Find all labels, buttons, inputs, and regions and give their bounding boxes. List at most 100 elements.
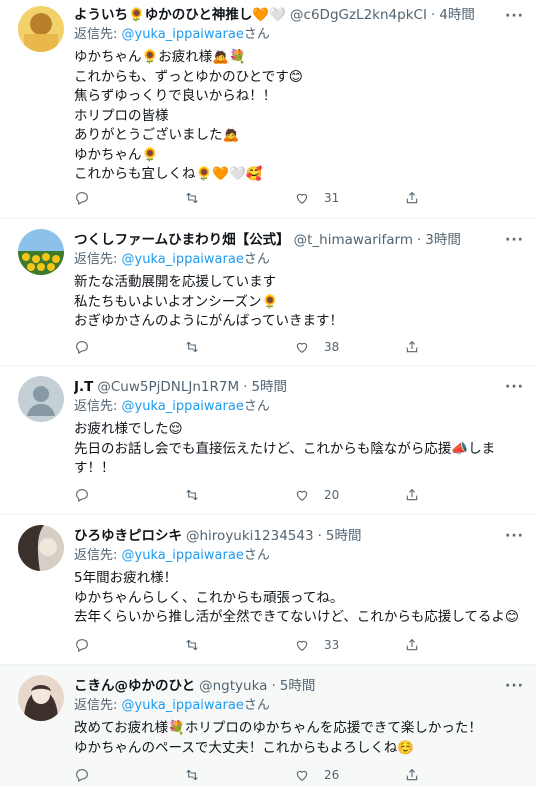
tweet-actions: 38 <box>74 337 454 357</box>
timestamp[interactable]: 5時間 <box>251 378 287 396</box>
avatar-image <box>18 525 64 571</box>
like-button[interactable]: 33 <box>294 635 404 655</box>
like-count: 31 <box>324 191 340 205</box>
like-icon <box>296 193 308 204</box>
reply-button[interactable] <box>74 635 184 655</box>
avatar[interactable] <box>18 6 64 52</box>
retweet-icon <box>186 639 198 651</box>
timestamp[interactable]: 5時間 <box>280 677 316 695</box>
like-button[interactable]: 31 <box>294 188 404 208</box>
retweet-button[interactable] <box>184 765 294 785</box>
reply-context: 返信先: @yuka_ippaiwaraeさん <box>74 252 270 267</box>
like-icon <box>296 342 308 353</box>
tweet-header: ひろゆきピロシキ @hiroyuki1234543 · 5時間 <box>74 527 362 545</box>
share-icon <box>406 191 418 204</box>
share-button[interactable] <box>404 188 444 208</box>
reply-mention-link[interactable]: @yuka_ippaiwarae <box>122 698 244 713</box>
share-button[interactable] <box>404 765 444 785</box>
like-count: 38 <box>324 340 340 354</box>
display-name[interactable]: こきん@ゆかのひと <box>74 677 195 695</box>
more-horizontal-icon[interactable]: ··· <box>505 379 524 395</box>
more-horizontal-icon[interactable]: ··· <box>505 678 524 694</box>
reply-context: 返信先: @yuka_ippaiwaraeさん <box>74 399 270 414</box>
reply-icon <box>76 489 88 502</box>
like-button[interactable]: 20 <box>294 485 404 505</box>
avatar[interactable] <box>18 525 64 571</box>
tweet-text: 5年間お疲れ様！ ゆかちゃんらしく、これからも頑張ってね。 去年くらいから推し活… <box>74 570 519 625</box>
handle[interactable]: @c6DgGzL2kn4pkCI <box>290 6 427 24</box>
tweet-actions: 31 <box>74 188 454 208</box>
avatar-image <box>18 229 64 275</box>
timestamp[interactable]: 4時間 <box>439 6 475 24</box>
like-button[interactable]: 26 <box>294 765 404 785</box>
tweet-text: 新たな活動展開を応援しています 私たちもいよいよオンシーズン🌻 おぎゆかさんのよ… <box>74 274 344 329</box>
like-icon <box>296 770 308 781</box>
tweet[interactable]: J.T @Cuw5PjDNLJn1R7M · 5時間 返信先: @yuka_ip… <box>0 366 536 515</box>
retweet-button[interactable] <box>184 485 294 505</box>
tweet-text: お疲れ様でした😌 先日のお話し会でも直接伝えたけど、これからも陰ながら応援📣しま… <box>74 421 496 476</box>
timestamp[interactable]: 3時間 <box>425 231 461 249</box>
share-icon <box>406 340 418 353</box>
display-name[interactable]: つくしファームひまわり畑【公式】 <box>74 231 290 249</box>
retweet-icon <box>186 341 198 353</box>
reply-button[interactable] <box>74 485 184 505</box>
like-count: 20 <box>324 488 340 502</box>
timestamp[interactable]: 5時間 <box>326 527 362 545</box>
default-avatar-icon <box>18 376 64 422</box>
share-button[interactable] <box>404 635 444 655</box>
avatar[interactable] <box>18 376 64 422</box>
retweet-button[interactable] <box>184 188 294 208</box>
retweet-icon <box>186 192 198 204</box>
reply-context: 返信先: @yuka_ippaiwaraeさん <box>74 698 270 713</box>
handle[interactable]: @ngtyuka <box>199 677 267 695</box>
tweet-text: 改めてお疲れ様💐ホリプロのゆかちゃんを応援できて楽しかった！ ゆかちゃんのペース… <box>74 720 482 756</box>
like-count: 26 <box>324 768 340 782</box>
reply-mention-link[interactable]: @yuka_ippaiwarae <box>122 399 244 414</box>
display-name[interactable]: J.T <box>74 378 93 396</box>
tweet-header: こきん@ゆかのひと @ngtyuka · 5時間 <box>74 677 316 695</box>
more-horizontal-icon[interactable]: ··· <box>505 232 524 248</box>
reply-mention-link[interactable]: @yuka_ippaiwarae <box>122 252 244 267</box>
reply-context: 返信先: @yuka_ippaiwaraeさん <box>74 548 270 563</box>
reply-button[interactable] <box>74 765 184 785</box>
retweet-button[interactable] <box>184 635 294 655</box>
avatar-image <box>18 6 64 52</box>
more-horizontal-icon[interactable]: ··· <box>505 8 524 24</box>
share-button[interactable] <box>404 337 444 357</box>
retweet-icon <box>186 489 198 501</box>
tweet[interactable]: つくしファームひまわり畑【公式】 @t_himawarifarm · 3時間 返… <box>0 219 536 366</box>
tweet-text: ゆかちゃん🌻お疲れ様🙇💐 これからも、ずっとゆかのひとです😊 焦らずゆっくりで良… <box>74 49 303 182</box>
share-button[interactable] <box>404 485 444 505</box>
retweet-button[interactable] <box>184 337 294 357</box>
reply-mention-link[interactable]: @yuka_ippaiwarae <box>122 27 244 42</box>
tweet-header: J.T @Cuw5PjDNLJn1R7M · 5時間 <box>74 378 288 396</box>
avatar[interactable] <box>18 675 64 721</box>
display-name[interactable]: ひろゆきピロシキ <box>74 527 182 545</box>
reply-mention-link[interactable]: @yuka_ippaiwarae <box>122 548 244 563</box>
tweet-header: よういち🌻ゆかのひと神推し🧡🤍 @c6DgGzL2kn4pkCI · 4時間 <box>74 6 475 24</box>
tweet-actions: 26 <box>74 765 454 785</box>
reply-button[interactable] <box>74 188 184 208</box>
reply-button[interactable] <box>74 337 184 357</box>
retweet-icon <box>186 769 198 781</box>
handle[interactable]: @hiroyuki1234543 <box>186 527 314 545</box>
like-button[interactable]: 38 <box>294 337 404 357</box>
tweet[interactable]: こきん@ゆかのひと @ngtyuka · 5時間 返信先: @yuka_ippa… <box>0 665 536 787</box>
like-count: 33 <box>324 638 340 652</box>
reply-icon <box>76 192 88 205</box>
share-icon <box>406 488 418 501</box>
more-horizontal-icon[interactable]: ··· <box>505 528 524 544</box>
tweet[interactable]: ひろゆきピロシキ @hiroyuki1234543 · 5時間 返信先: @yu… <box>0 515 536 665</box>
tweet-actions: 20 <box>74 485 454 505</box>
avatar-image <box>18 675 64 721</box>
display-name[interactable]: よういち🌻ゆかのひと神推し🧡🤍 <box>74 6 286 24</box>
reply-context: 返信先: @yuka_ippaiwaraeさん <box>74 27 270 42</box>
handle[interactable]: @Cuw5PjDNLJn1R7M <box>97 378 239 396</box>
tweet-actions: 33 <box>74 635 454 655</box>
tweet[interactable]: よういち🌻ゆかのひと神推し🧡🤍 @c6DgGzL2kn4pkCI · 4時間 返… <box>0 0 536 219</box>
share-icon <box>406 638 418 651</box>
avatar[interactable] <box>18 229 64 275</box>
reply-icon <box>76 769 88 782</box>
like-icon <box>296 490 308 501</box>
handle[interactable]: @t_himawarifarm <box>294 231 413 249</box>
